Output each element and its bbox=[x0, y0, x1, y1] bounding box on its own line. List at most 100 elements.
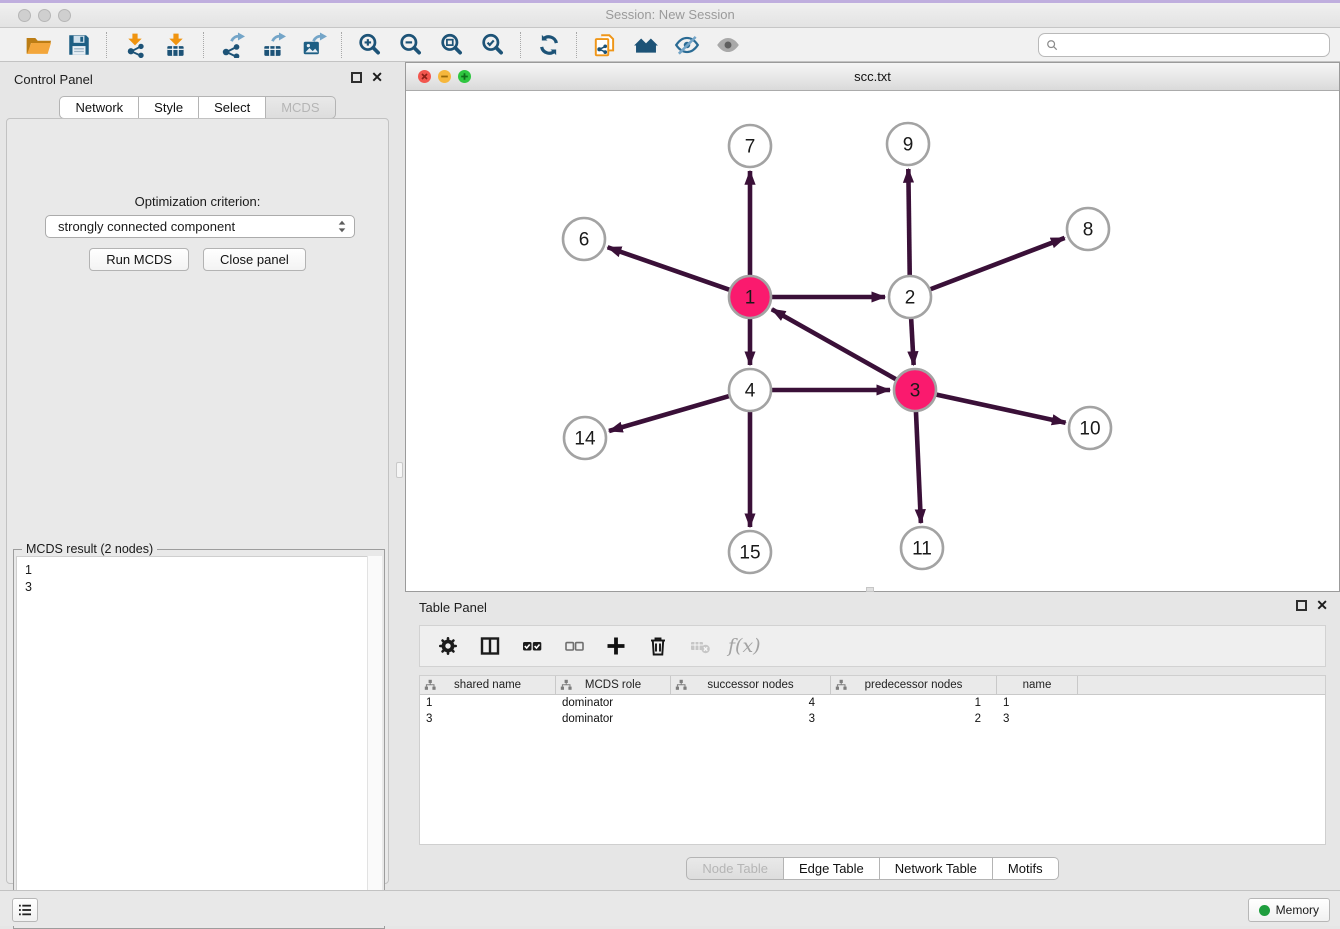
graph-node-6[interactable]: 6 bbox=[563, 218, 605, 260]
graph-node-3[interactable]: 3 bbox=[894, 369, 936, 411]
add-row-button[interactable] bbox=[602, 633, 629, 660]
graph-edge-3-10[interactable] bbox=[934, 394, 1066, 423]
divider-grip[interactable] bbox=[396, 462, 403, 478]
column-header-successor-nodes[interactable]: successor nodes bbox=[671, 676, 831, 694]
network-canvas[interactable]: 7 9 6 8 1 2 4 3 14 10 15 11 bbox=[406, 91, 1339, 591]
graph-node-7[interactable]: 7 bbox=[729, 125, 771, 167]
close-panel-button[interactable]: Close panel bbox=[203, 248, 306, 271]
memory-status-icon bbox=[1259, 905, 1270, 916]
delete-column-icon bbox=[688, 634, 712, 658]
run-mcds-button[interactable]: Run MCDS bbox=[89, 248, 189, 271]
zoom-selected-icon bbox=[480, 32, 506, 58]
svg-text:9: 9 bbox=[903, 135, 914, 156]
main-toolbar bbox=[0, 28, 1340, 62]
cell-predecessor-nodes[interactable]: 1 bbox=[831, 695, 997, 711]
criterion-select[interactable]: strongly connected component bbox=[45, 215, 355, 238]
graph-node-14[interactable]: 14 bbox=[564, 417, 606, 459]
add-row-icon bbox=[604, 634, 628, 658]
graph-edge-3-11[interactable] bbox=[916, 409, 921, 523]
graph-node-2[interactable]: 2 bbox=[889, 276, 931, 318]
column-header-MCDS-role[interactable]: MCDS role bbox=[556, 676, 671, 694]
cell-predecessor-nodes[interactable]: 2 bbox=[831, 711, 997, 727]
graph-node-11[interactable]: 11 bbox=[901, 527, 943, 569]
delete-column-button[interactable] bbox=[686, 633, 713, 660]
cell-successor-nodes[interactable]: 3 bbox=[671, 711, 831, 727]
cell-successor-nodes[interactable]: 4 bbox=[671, 695, 831, 711]
cell-shared-name[interactable]: 1 bbox=[420, 695, 556, 711]
tab-network[interactable]: Network bbox=[59, 96, 139, 119]
graph-node-8[interactable]: 8 bbox=[1067, 208, 1109, 250]
graph-edge-2-3[interactable] bbox=[911, 316, 914, 365]
export-table-button[interactable] bbox=[259, 31, 286, 58]
column-header-predecessor-nodes[interactable]: predecessor nodes bbox=[831, 676, 997, 694]
uncheck-pair-button[interactable] bbox=[560, 633, 587, 660]
cell-name[interactable]: 3 bbox=[997, 711, 1078, 727]
tab-select[interactable]: Select bbox=[199, 96, 266, 119]
graph-node-9[interactable]: 9 bbox=[887, 123, 929, 165]
houses-button[interactable] bbox=[632, 31, 659, 58]
search-input[interactable] bbox=[1060, 35, 1329, 55]
save-session-icon bbox=[66, 32, 92, 58]
graph-edge-4-14[interactable] bbox=[609, 395, 732, 431]
search-field[interactable] bbox=[1038, 33, 1330, 57]
gear-icon bbox=[436, 634, 460, 658]
float-table-panel-icon[interactable] bbox=[1296, 600, 1307, 611]
task-history-button[interactable] bbox=[12, 898, 38, 922]
graph-edge-3-1[interactable] bbox=[772, 309, 899, 380]
check-pair-button[interactable] bbox=[518, 633, 545, 660]
trash-button[interactable] bbox=[644, 633, 671, 660]
gear-button[interactable] bbox=[434, 633, 461, 660]
window-title: Session: New Session bbox=[0, 7, 1340, 22]
graph-node-15[interactable]: 15 bbox=[729, 531, 771, 573]
cell-MCDS-role[interactable]: dominator bbox=[556, 695, 671, 711]
column-header-shared-name[interactable]: shared name bbox=[420, 676, 556, 694]
mcds-result-textarea[interactable]: 1 3 bbox=[16, 556, 382, 926]
svg-text:8: 8 bbox=[1083, 220, 1094, 241]
hide-eye-button[interactable] bbox=[673, 31, 700, 58]
close-panel-icon[interactable]: ✕ bbox=[371, 72, 383, 83]
save-session-button[interactable] bbox=[65, 31, 92, 58]
open-session-button[interactable] bbox=[24, 31, 51, 58]
refresh-view-button[interactable] bbox=[535, 31, 562, 58]
column-header-name[interactable]: name bbox=[997, 676, 1078, 694]
export-network-button[interactable] bbox=[218, 31, 245, 58]
graph-edge-2-8[interactable] bbox=[928, 238, 1065, 290]
show-eye-button[interactable] bbox=[714, 31, 741, 58]
tab-edge-table[interactable]: Edge Table bbox=[784, 857, 880, 880]
graph-node-10[interactable]: 10 bbox=[1069, 407, 1111, 449]
tab-network-table[interactable]: Network Table bbox=[880, 857, 993, 880]
optimization-criterion-label: Optimization criterion: bbox=[7, 194, 388, 209]
tab-motifs[interactable]: Motifs bbox=[993, 857, 1059, 880]
zoom-out-button[interactable] bbox=[397, 31, 424, 58]
tab-style[interactable]: Style bbox=[139, 96, 199, 119]
columns-button[interactable] bbox=[476, 633, 503, 660]
tab-node-table[interactable]: Node Table bbox=[686, 857, 784, 880]
zoom-in-button[interactable] bbox=[356, 31, 383, 58]
network-window-titlebar[interactable]: scc.txt bbox=[406, 63, 1339, 91]
float-panel-icon[interactable] bbox=[351, 72, 362, 83]
graph-edge-2-9[interactable] bbox=[908, 169, 909, 278]
graph-node-1[interactable]: 1 bbox=[729, 276, 771, 318]
table-row-1: 1dominator411 bbox=[420, 695, 1325, 711]
export-image-button[interactable] bbox=[300, 31, 327, 58]
cell-shared-name[interactable]: 3 bbox=[420, 711, 556, 727]
cell-name[interactable]: 1 bbox=[997, 695, 1078, 711]
graph-edge-1-6[interactable] bbox=[608, 247, 732, 290]
memory-button[interactable]: Memory bbox=[1248, 898, 1330, 922]
import-table-button[interactable] bbox=[162, 31, 189, 58]
column-label: shared name bbox=[454, 679, 521, 691]
tab-mcds[interactable]: MCDS bbox=[266, 96, 335, 119]
result-scrollbar[interactable] bbox=[367, 556, 382, 926]
mcds-result-box: MCDS result (2 nodes) 1 3 bbox=[13, 549, 385, 929]
duplicate-network-button[interactable] bbox=[591, 31, 618, 58]
panel-divider[interactable] bbox=[395, 62, 405, 890]
fx-button[interactable]: f(x) bbox=[728, 635, 761, 657]
cell-MCDS-role[interactable]: dominator bbox=[556, 711, 671, 727]
close-table-panel-icon[interactable]: ✕ bbox=[1316, 600, 1328, 611]
graph-node-4[interactable]: 4 bbox=[729, 369, 771, 411]
zoom-selected-button[interactable] bbox=[479, 31, 506, 58]
zoom-fit-button[interactable] bbox=[438, 31, 465, 58]
zoom-in-icon bbox=[357, 32, 383, 58]
import-network-button[interactable] bbox=[121, 31, 148, 58]
network-window: scc.txt 7 9 6 8 1 2 4 3 14 10 15 11 bbox=[405, 62, 1340, 592]
